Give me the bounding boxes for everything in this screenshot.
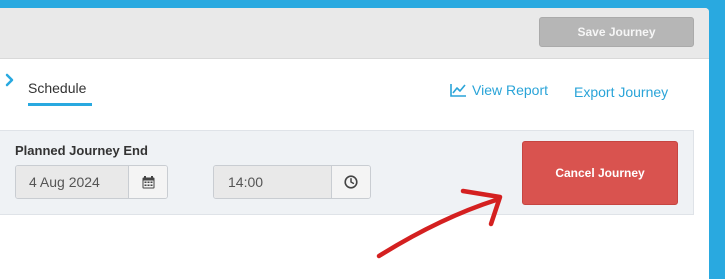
clock-icon (344, 175, 358, 189)
time-picker-button[interactable] (332, 166, 370, 198)
chevron-right-icon (5, 73, 14, 87)
view-report-link[interactable]: View Report (450, 82, 548, 98)
cancel-journey-button[interactable]: Cancel Journey (522, 141, 678, 205)
date-input[interactable] (16, 166, 129, 198)
time-input[interactable] (214, 166, 332, 198)
line-chart-icon (450, 84, 466, 97)
export-journey-link[interactable]: Export Journey (574, 84, 668, 100)
save-journey-button[interactable]: Save Journey (539, 17, 694, 47)
date-picker-button[interactable] (129, 166, 167, 198)
time-picker (213, 165, 371, 199)
view-report-label: View Report (472, 82, 549, 98)
top-toolbar: Save Journey (0, 8, 709, 59)
tab-active-indicator (28, 103, 92, 106)
date-picker (15, 165, 168, 199)
planned-journey-end-label: Planned Journey End (15, 143, 148, 158)
tab-schedule[interactable]: Schedule (28, 80, 86, 96)
calendar-icon (142, 175, 154, 188)
